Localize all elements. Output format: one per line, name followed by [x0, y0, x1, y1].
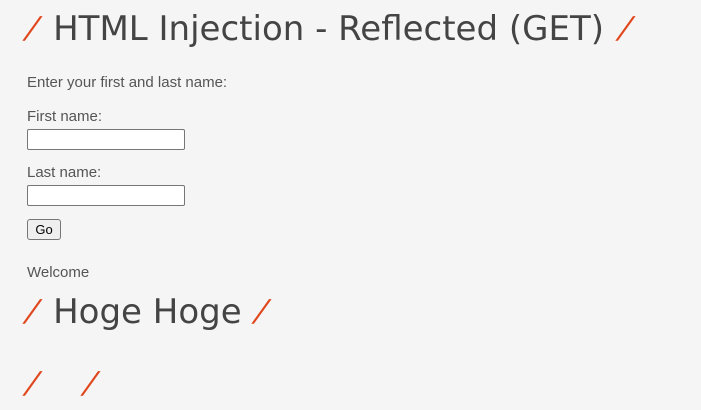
- name-left-slash: /: [23, 294, 41, 329]
- page-title-row: / HTML Injection - Reflected (GET) /: [23, 6, 634, 52]
- empty-right-slash: /: [81, 366, 100, 401]
- reflected-name-row: / Hoge Hoge /: [23, 290, 270, 334]
- page: / HTML Injection - Reflected (GET) / Ent…: [0, 0, 701, 410]
- page-title: HTML Injection - Reflected (GET): [53, 9, 604, 49]
- last-name-input[interactable]: [27, 185, 185, 206]
- name-right-slash: /: [252, 294, 270, 329]
- first-name-label: First name:: [27, 108, 103, 125]
- welcome-text: Welcome: [27, 264, 90, 281]
- first-name-input[interactable]: [27, 129, 185, 150]
- title-right-slash: /: [616, 11, 634, 46]
- empty-reflection-row: / /: [23, 364, 100, 404]
- go-button[interactable]: Go: [27, 219, 61, 240]
- form-instruction: Enter your first and last name:: [27, 74, 228, 91]
- title-left-slash: /: [23, 11, 41, 46]
- last-name-label: Last name:: [27, 164, 102, 181]
- empty-left-slash: /: [23, 366, 41, 401]
- reflected-name: Hoge Hoge: [53, 292, 242, 332]
